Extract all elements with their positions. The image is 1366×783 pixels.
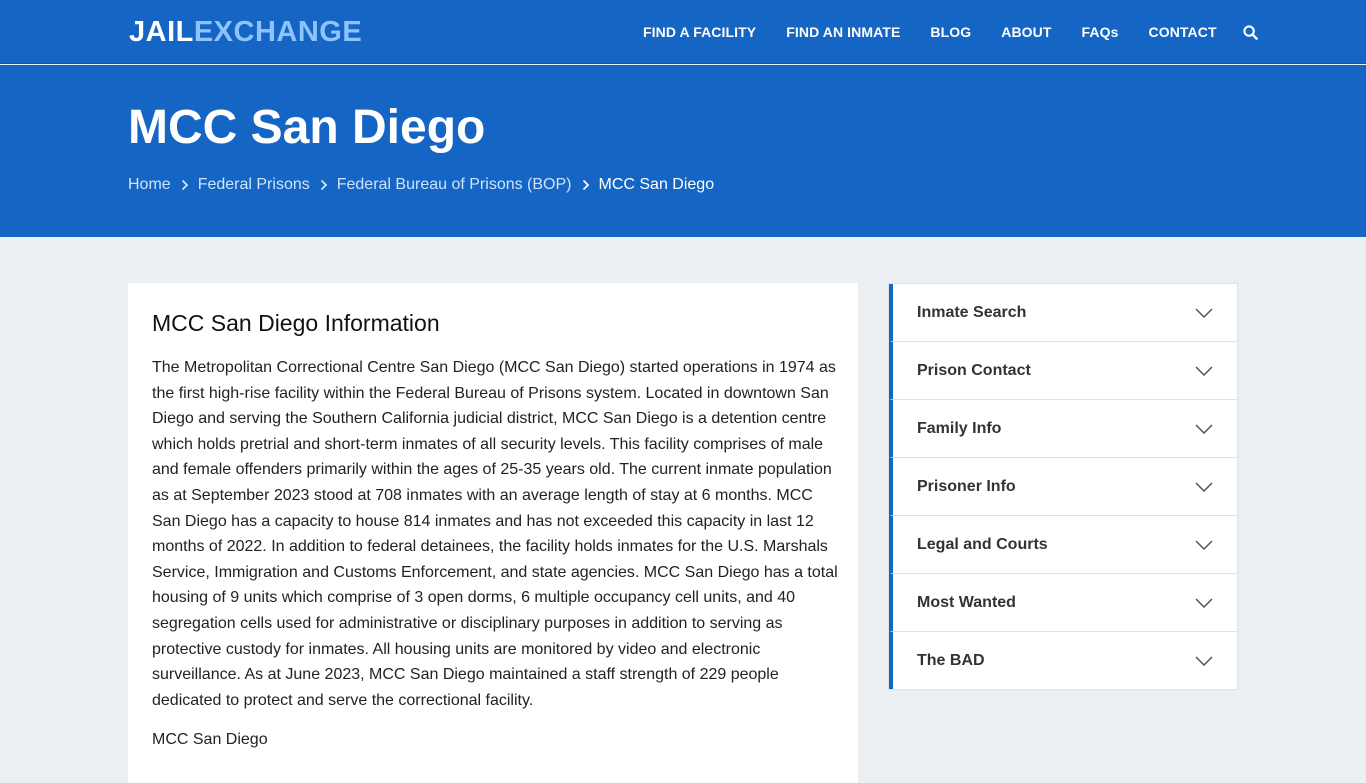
search-icon bbox=[1243, 24, 1258, 40]
sidebar-item-prison-contact[interactable]: Prison Contact bbox=[889, 342, 1237, 400]
nav-blog[interactable]: BLOG bbox=[915, 0, 986, 64]
main-nav: FIND A FACILITY FIND AN INMATE BLOG ABOU… bbox=[628, 0, 1266, 64]
chevron-right-icon bbox=[582, 179, 590, 191]
sidebar-item-label: Prisoner Info bbox=[917, 477, 1016, 495]
sidebar-item-label: Most Wanted bbox=[917, 593, 1016, 611]
facility-description: The Metropolitan Correctional Centre San… bbox=[152, 359, 838, 709]
sidebar-accordion: Inmate Search Prison Contact Family Info… bbox=[888, 283, 1238, 690]
sidebar-item-family-info[interactable]: Family Info bbox=[889, 400, 1237, 458]
sidebar-item-label: Prison Contact bbox=[917, 361, 1031, 379]
chevron-down-icon bbox=[1195, 423, 1213, 434]
top-navbar: JAILEXCHANGE FIND A FACILITY FIND AN INM… bbox=[0, 0, 1366, 64]
section-heading: MCC San Diego Information bbox=[152, 310, 440, 336]
nav-find-an-inmate[interactable]: FIND AN INMATE bbox=[771, 0, 915, 64]
sidebar-item-inmate-search[interactable]: Inmate Search bbox=[889, 284, 1237, 342]
nav-contact[interactable]: CONTACT bbox=[1134, 0, 1232, 64]
page-title: MCC San Diego bbox=[128, 101, 486, 154]
breadcrumb-home[interactable]: Home bbox=[128, 174, 171, 196]
search-button[interactable] bbox=[1236, 17, 1266, 47]
sidebar-item-prisoner-info[interactable]: Prisoner Info bbox=[889, 458, 1237, 516]
chevron-down-icon bbox=[1195, 307, 1213, 318]
sidebar-item-label: Inmate Search bbox=[917, 303, 1027, 321]
sidebar-item-most-wanted[interactable]: Most Wanted bbox=[889, 574, 1237, 632]
chevron-right-icon bbox=[181, 179, 189, 191]
sidebar-item-the-bad[interactable]: The BAD bbox=[889, 632, 1237, 689]
logo-text-jail: JAIL bbox=[129, 16, 194, 48]
sidebar-item-label: Legal and Courts bbox=[917, 535, 1048, 553]
sidebar-item-label: Family Info bbox=[917, 419, 1002, 437]
nav-find-a-facility[interactable]: FIND A FACILITY bbox=[628, 0, 771, 64]
nav-about[interactable]: ABOUT bbox=[986, 0, 1066, 64]
chevron-right-icon bbox=[320, 179, 328, 191]
sidebar-item-label: The BAD bbox=[917, 651, 985, 669]
logo-text-exchange: EXCHANGE bbox=[193, 16, 363, 48]
breadcrumb: Home Federal Prisons Federal Bureau of P… bbox=[128, 174, 714, 196]
chevron-down-icon bbox=[1195, 597, 1213, 608]
sidebar-item-legal-and-courts[interactable]: Legal and Courts bbox=[889, 516, 1237, 574]
chevron-down-icon bbox=[1195, 655, 1213, 666]
site-logo[interactable]: JAILEXCHANGE bbox=[129, 14, 362, 50]
breadcrumb-bop[interactable]: Federal Bureau of Prisons (BOP) bbox=[337, 174, 572, 196]
facility-info-card: MCC San Diego Information The Metropolit… bbox=[128, 283, 858, 783]
facility-name-text: MCC San Diego bbox=[152, 731, 268, 748]
breadcrumb-current: MCC San Diego bbox=[598, 176, 715, 193]
chevron-down-icon bbox=[1195, 365, 1213, 376]
chevron-down-icon bbox=[1195, 481, 1213, 492]
page-header: MCC San Diego Home Federal Prisons Feder… bbox=[0, 65, 1366, 237]
nav-faqs[interactable]: FAQs bbox=[1067, 0, 1134, 64]
chevron-down-icon bbox=[1195, 539, 1213, 550]
breadcrumb-federal-prisons[interactable]: Federal Prisons bbox=[198, 174, 310, 196]
